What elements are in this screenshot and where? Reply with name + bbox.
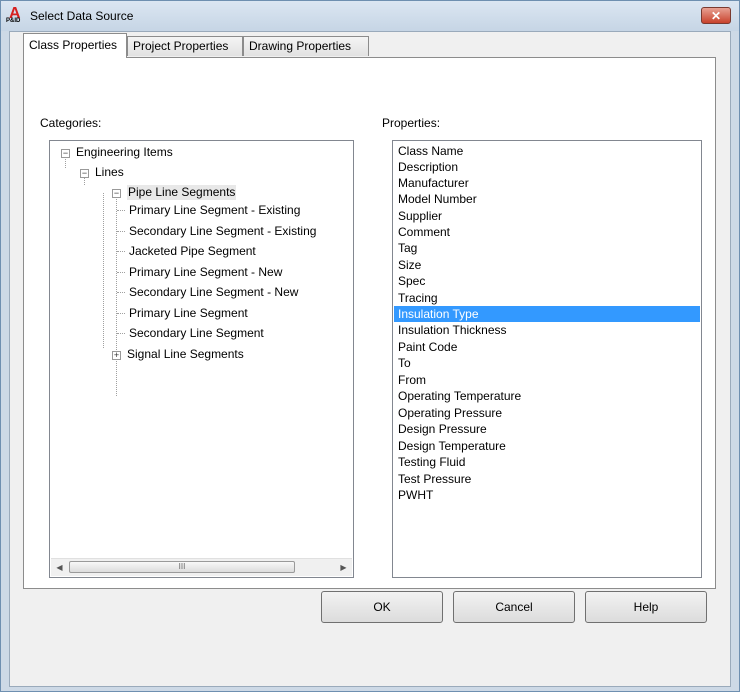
tree-item-secondary-line-segment[interactable]: Secondary Line Segment: [129, 326, 264, 341]
tree-line: [103, 193, 104, 348]
tree-line: [117, 292, 125, 293]
list-item[interactable]: Manufacturer: [394, 175, 700, 191]
list-item-selected[interactable]: Insulation Type: [394, 306, 700, 322]
tree-line: [117, 333, 125, 334]
tab-drawing-properties[interactable]: Drawing Properties: [243, 36, 369, 56]
ok-button[interactable]: OK: [321, 591, 443, 623]
list-item[interactable]: Supplier: [394, 208, 700, 224]
list-item[interactable]: Design Temperature: [394, 438, 700, 454]
properties-label: Properties:: [382, 116, 441, 130]
tree-item-primary-line-segment-existing[interactable]: Primary Line Segment - Existing: [129, 203, 300, 218]
tree-item-secondary-line-segment-new[interactable]: Secondary Line Segment - New: [129, 285, 298, 300]
properties-list[interactable]: Class Name Description Manufacturer Mode…: [392, 140, 702, 578]
tree-line: [117, 313, 125, 314]
title-bar[interactable]: A P&ID Select Data Source ✕: [1, 1, 739, 31]
tree-item-engineering-items[interactable]: Engineering Items: [76, 145, 173, 160]
list-item[interactable]: Size: [394, 257, 700, 273]
list-item[interactable]: Tracing: [394, 290, 700, 306]
list-item[interactable]: Tag: [394, 240, 700, 256]
close-icon: ✕: [710, 9, 722, 23]
scroll-left-icon[interactable]: ◀: [51, 559, 68, 576]
tree-line: [116, 194, 117, 396]
tree-item-pipe-line-segments[interactable]: Pipe Line Segments: [127, 185, 237, 200]
collapse-icon[interactable]: −: [112, 189, 121, 198]
list-item[interactable]: PWHT: [394, 487, 700, 503]
tree-item-jacketed-pipe-segment[interactable]: Jacketed Pipe Segment: [129, 244, 256, 259]
tree-item-signal-line-segments[interactable]: Signal Line Segments: [127, 347, 244, 362]
list-item[interactable]: Design Pressure: [394, 421, 700, 437]
categories-label: Categories:: [40, 116, 102, 130]
tree-line: [117, 272, 125, 273]
cancel-button[interactable]: Cancel: [453, 591, 575, 623]
help-button[interactable]: Help: [585, 591, 707, 623]
list-item[interactable]: From: [394, 372, 700, 388]
window-title: Select Data Source: [30, 9, 134, 23]
tree-item-primary-line-segment[interactable]: Primary Line Segment: [129, 306, 248, 321]
app-icon-caption: P&ID: [6, 18, 21, 24]
list-item[interactable]: Insulation Thickness: [394, 322, 700, 338]
list-item[interactable]: Model Number: [394, 191, 700, 207]
list-item[interactable]: Testing Fluid: [394, 454, 700, 470]
tree-item-lines[interactable]: Lines: [95, 165, 124, 180]
dialog-window: A P&ID Select Data Source ✕ Class Proper…: [0, 0, 740, 692]
tree-line: [117, 231, 125, 232]
tree-item-primary-line-segment-new[interactable]: Primary Line Segment - New: [129, 265, 282, 280]
tree-line: [117, 251, 125, 252]
list-item[interactable]: To: [394, 355, 700, 371]
list-item[interactable]: Operating Pressure: [394, 405, 700, 421]
autocad-pid-icon: A P&ID: [6, 5, 26, 25]
expand-icon[interactable]: +: [112, 351, 121, 360]
list-item[interactable]: Spec: [394, 273, 700, 289]
list-item[interactable]: Operating Temperature: [394, 388, 700, 404]
tab-panel-class-properties: Categories: Properties: − Engineering It…: [23, 57, 716, 589]
scroll-right-icon[interactable]: ▶: [335, 559, 352, 576]
tab-class-properties[interactable]: Class Properties: [23, 33, 127, 58]
grip-icon: III: [178, 562, 186, 571]
horizontal-scrollbar[interactable]: ◀ III ▶: [51, 558, 352, 576]
scroll-thumb[interactable]: III: [69, 561, 295, 573]
tree-line: [117, 210, 125, 211]
list-item[interactable]: Description: [394, 159, 700, 175]
list-item[interactable]: Test Pressure: [394, 471, 700, 487]
tree-item-secondary-line-segment-existing[interactable]: Secondary Line Segment - Existing: [129, 224, 316, 239]
close-button[interactable]: ✕: [701, 7, 731, 24]
list-item[interactable]: Paint Code: [394, 339, 700, 355]
collapse-icon[interactable]: −: [61, 149, 70, 158]
list-item[interactable]: Comment: [394, 224, 700, 240]
list-item[interactable]: Class Name: [394, 143, 700, 159]
collapse-icon[interactable]: −: [80, 169, 89, 178]
tab-project-properties[interactable]: Project Properties: [127, 36, 243, 56]
categories-tree[interactable]: − Engineering Items − Lines − Pipe Line …: [49, 140, 354, 578]
